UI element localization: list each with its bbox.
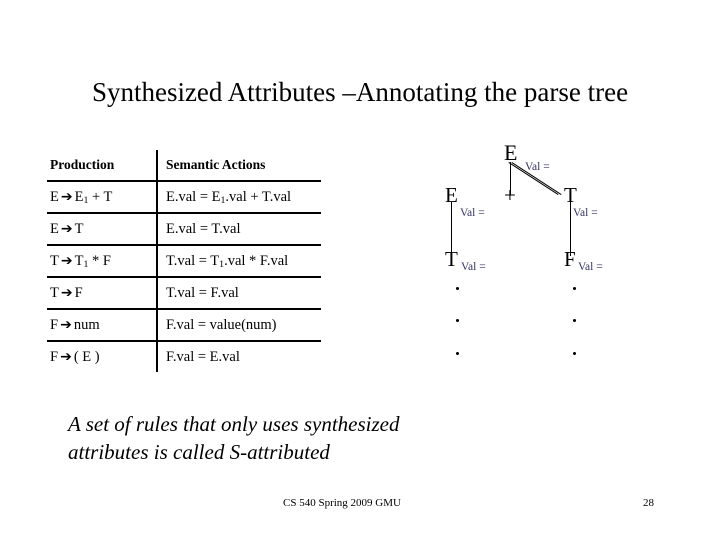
tree-annotation-root-val: Val = [525,161,550,173]
cell-production: T ➔ T1 * F [47,245,158,277]
ellipsis-dot [573,319,576,322]
cell-semantic-action: F.val = E.val [157,341,321,372]
production-rhs-post: * F [88,252,111,269]
semantic-pre: E.val = T.val [166,220,241,237]
summary-note-line-1: A set of rules that only uses synthesize… [68,412,400,436]
semantic-post: .val * F.val [224,252,289,269]
table-row: T ➔ T1 * F T.val = T1.val * F.val [47,245,321,277]
summary-note-line-2: attributes is called S-attributed [68,440,330,464]
slide-canvas: Synthesized Attributes –Annotating the p… [0,0,720,540]
cell-semantic-action: E.val = E1.val + T.val [157,181,321,213]
tree-node-plus-operator: + [504,183,516,207]
production-semantic-actions-table: Production Semantic Actions E ➔ E1 + T E.v… [47,150,321,372]
production-lhs: E [50,188,59,205]
production-lhs: T [50,252,59,269]
cell-semantic-action: F.val = value(num) [157,309,321,341]
table-row: T ➔ F T.val = F.val [47,277,321,309]
arrow-icon: ➔ [60,316,72,333]
cell-production: E ➔ T [47,213,158,245]
ellipsis-dot [456,319,459,322]
production-lhs: F [50,348,59,365]
cell-production: E ➔ E1 + T [47,181,158,213]
cell-production: F ➔ num [47,309,158,341]
table-row: E ➔ T E.val = T.val [47,213,321,245]
tree-annotation-right-child-val: Val = [573,207,598,219]
production-rhs-pre: ( E ) [73,348,100,365]
column-header-production: Production [47,150,158,181]
ellipsis-dot [573,352,576,355]
arrow-icon: ➔ [60,284,73,301]
tree-node-right-leaf-f: F [564,247,576,271]
table-header: Production Semantic Actions [47,150,321,181]
table-row: F ➔( E ) F.val = E.val [47,341,321,372]
cell-production: F ➔( E ) [47,341,158,372]
cell-production: T ➔ F [47,277,158,309]
tree-annotation-left-child-val: Val = [460,207,485,219]
production-lhs: F [50,316,59,333]
cell-semantic-action: T.val = T1.val * F.val [157,245,321,277]
production-subscript: 1 [83,259,89,271]
production-lhs: T [50,284,59,301]
table-body: E ➔ E1 + T E.val = E1.val + T.val E ➔ T E.va… [47,181,321,372]
cell-semantic-action: T.val = F.val [157,277,321,309]
semantic-pre: F.val = E.val [166,348,240,365]
tree-annotation-left-leaf-val: Val = [461,261,486,273]
ellipsis-dot [573,287,576,290]
production-rhs-pre: num [73,316,100,333]
table-header-row: Production Semantic Actions [47,150,321,181]
production-subscript: 1 [83,195,89,207]
tree-node-left-child-e: E [445,183,458,207]
page-title: Synthesized Attributes –Annotating the p… [91,77,629,107]
semantic-subscript: 1 [220,195,226,207]
summary-note: A set of rules that only uses synthesize… [68,410,538,466]
table-row: E ➔ E1 + T E.val = E1.val + T.val [47,181,321,213]
tree-annotation-right-leaf-val: Val = [578,261,603,273]
table-row: F ➔ num F.val = value(num) [47,309,321,341]
parse-tree-diagram: E Val = E Val = + T Val = T Val = F Val … [420,130,650,375]
cell-semantic-action: E.val = T.val [157,213,321,245]
footer-page-number: 28 [643,497,654,509]
semantic-post: .val + T.val [225,188,292,205]
arrow-icon: ➔ [60,220,73,237]
semantic-pre: T.val = T [166,252,220,269]
semantic-subscript: 1 [219,259,225,271]
tree-node-root: E [504,140,518,165]
tree-node-right-child-t: T [564,183,577,207]
semantic-pre: F.val = value(num) [166,316,277,333]
production-rhs-pre: T [74,220,84,237]
semantic-pre: E.val = E [166,188,221,205]
footer-course-label: CS 540 Spring 2009 GMU [283,497,401,509]
semantic-pre: T.val = F.val [166,284,239,301]
tree-node-left-leaf-t: T [445,247,458,271]
production-lhs: E [50,220,59,237]
arrow-icon: ➔ [60,252,73,269]
arrow-icon: ➔ [60,348,72,365]
production-rhs-pre: F [74,284,83,301]
production-rhs-post: + T [88,188,113,205]
arrow-icon: ➔ [60,188,73,205]
ellipsis-dot [456,352,459,355]
ellipsis-dot [456,287,459,290]
column-header-semantic-actions: Semantic Actions [166,157,266,172]
